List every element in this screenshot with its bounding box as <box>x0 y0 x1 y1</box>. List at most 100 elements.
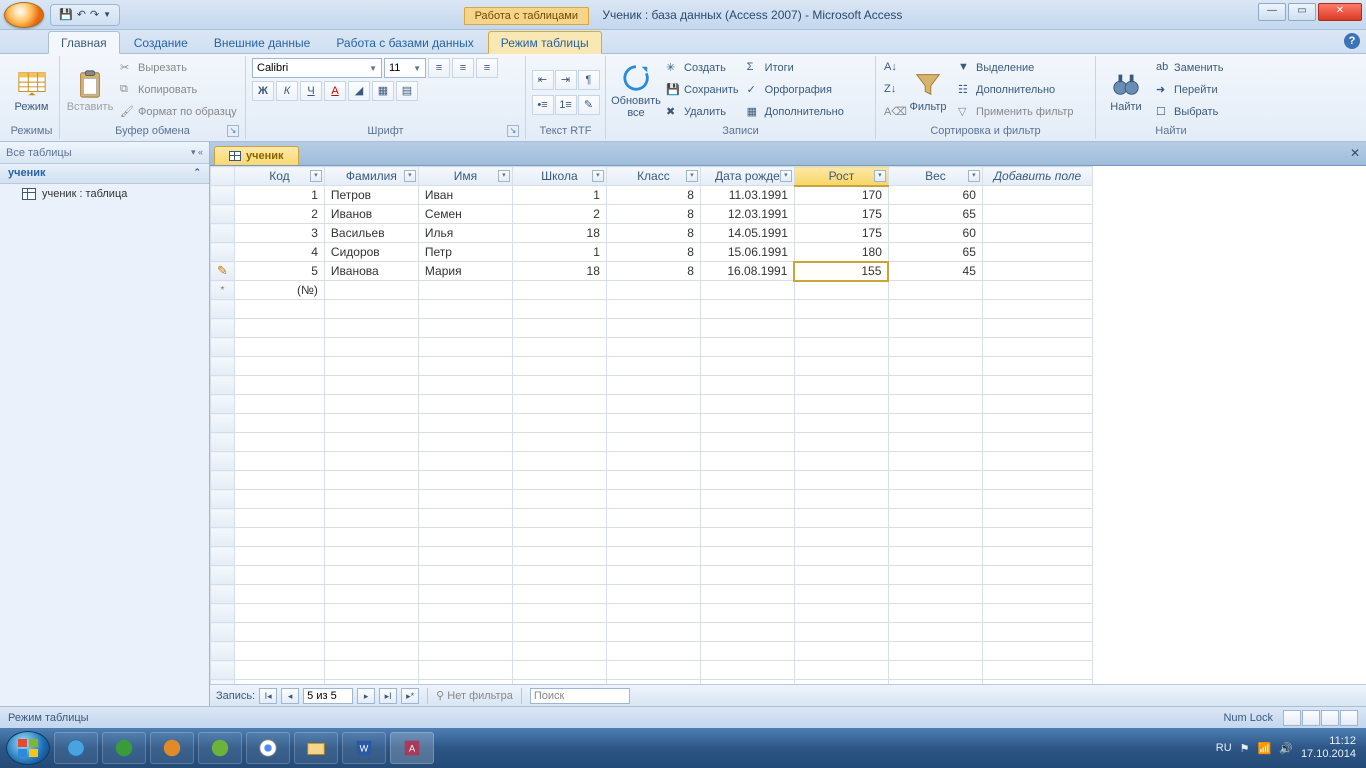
cell[interactable]: 4 <box>234 243 324 262</box>
fill-color-button[interactable]: ◢ <box>348 81 370 101</box>
find-button[interactable]: Найти <box>1102 58 1150 124</box>
first-record-button[interactable]: I◂ <box>259 688 277 704</box>
column-dropdown-icon[interactable]: ▾ <box>874 170 886 182</box>
column-dropdown-icon[interactable]: ▾ <box>310 170 322 182</box>
view-design-button[interactable] <box>1340 710 1358 726</box>
column-header[interactable]: Дата рожде▾ <box>700 167 794 186</box>
cell[interactable]: Илья <box>418 224 512 243</box>
next-record-button[interactable]: ▸ <box>357 688 375 704</box>
chevron-down-icon[interactable]: ▾ « <box>191 147 203 158</box>
column-header[interactable]: Класс▾ <box>606 167 700 186</box>
tab-database-tools[interactable]: Работа с базами данных <box>324 32 485 53</box>
cell[interactable]: 16.08.1991 <box>700 262 794 281</box>
cell[interactable]: (№) <box>234 281 324 300</box>
tray-lang[interactable]: RU <box>1216 742 1232 754</box>
bullets-button[interactable]: •≡ <box>532 95 554 115</box>
taskbar-app-2[interactable] <box>102 732 146 764</box>
decrease-indent-button[interactable]: ⇤ <box>532 70 554 90</box>
taskbar-app-chrome[interactable] <box>246 732 290 764</box>
cell[interactable]: 1 <box>234 186 324 205</box>
font-launcher[interactable]: ↘ <box>507 125 519 137</box>
cell[interactable]: 8 <box>606 186 700 205</box>
save-record-button[interactable]: 💾Сохранить <box>664 80 741 100</box>
column-dropdown-icon[interactable]: ▾ <box>592 170 604 182</box>
row-selector[interactable] <box>211 186 235 205</box>
clear-sort-button[interactable]: A⌫ <box>882 102 900 122</box>
add-field-column[interactable]: Добавить поле <box>982 167 1092 186</box>
quick-access-toolbar[interactable]: 💾 ↶ ↷ ▼ <box>50 4 120 26</box>
cell[interactable]: Иванова <box>324 262 418 281</box>
collapse-icon[interactable]: ⌃ <box>193 167 201 183</box>
new-record-nav-button[interactable]: ▸* <box>401 688 419 704</box>
goto-button[interactable]: ➜Перейти <box>1154 80 1225 100</box>
cell[interactable]: 175 <box>794 205 888 224</box>
cell[interactable]: 60 <box>888 186 982 205</box>
cell[interactable]: 8 <box>606 224 700 243</box>
tab-external-data[interactable]: Внешние данные <box>202 32 323 53</box>
more-records-button[interactable]: ▦Дополнительно <box>745 102 846 122</box>
cell[interactable]: 2 <box>512 205 606 224</box>
table-row[interactable]: 1ПетровИван1811.03.199117060 <box>211 186 1093 205</box>
taskbar-app-access[interactable]: A <box>390 732 434 764</box>
cell[interactable]: Петр <box>418 243 512 262</box>
new-record-button[interactable]: ✳Создать <box>664 58 741 78</box>
taskbar-app-explorer[interactable] <box>294 732 338 764</box>
tab-home[interactable]: Главная <box>48 31 120 54</box>
close-tab-button[interactable]: ✕ <box>1350 146 1360 160</box>
taskbar-app-4[interactable] <box>198 732 242 764</box>
clipboard-launcher[interactable]: ↘ <box>227 125 239 137</box>
spelling-button[interactable]: ✓Орфография <box>745 80 846 100</box>
row-selector[interactable] <box>211 205 235 224</box>
toggle-filter-button[interactable]: ▽Применить фильтр <box>956 102 1076 122</box>
column-dropdown-icon[interactable]: ▾ <box>498 170 510 182</box>
sort-asc-button[interactable]: A↓ <box>882 58 900 78</box>
filter-button[interactable]: Фильтр <box>904 58 952 124</box>
navpane-item-table[interactable]: ученик : таблица <box>0 184 209 204</box>
datasheet-grid[interactable]: Код▾Фамилия▾Имя▾Школа▾Класс▾Дата рожде▾Р… <box>210 166 1366 684</box>
cell[interactable]: 15.06.1991 <box>700 243 794 262</box>
view-datasheet-button[interactable] <box>1283 710 1301 726</box>
tray-volume-icon[interactable]: 🔊 <box>1279 742 1293 755</box>
navpane-header[interactable]: Все таблицы ▾ « <box>0 142 209 164</box>
view-pivot-button[interactable] <box>1302 710 1320 726</box>
font-color-button[interactable]: A <box>324 81 346 101</box>
column-header[interactable]: Школа▾ <box>512 167 606 186</box>
select-button[interactable]: ☐Выбрать <box>1154 102 1225 122</box>
cell[interactable]: Васильев <box>324 224 418 243</box>
cell[interactable]: 170 <box>794 186 888 205</box>
cell[interactable]: 1 <box>512 186 606 205</box>
cell[interactable]: 45 <box>888 262 982 281</box>
cell[interactable]: 8 <box>606 205 700 224</box>
row-selector[interactable]: ✎ <box>211 262 235 281</box>
cell[interactable]: 1 <box>512 243 606 262</box>
view-chart-button[interactable] <box>1321 710 1339 726</box>
cut-button[interactable]: ✂Вырезать <box>118 58 239 78</box>
tray-network-icon[interactable]: 📶 <box>1258 742 1272 755</box>
document-tab[interactable]: ученик <box>214 146 299 165</box>
italic-button[interactable]: К <box>276 81 298 101</box>
highlight-button[interactable]: ✎ <box>578 95 600 115</box>
replace-button[interactable]: abЗаменить <box>1154 58 1225 78</box>
column-dropdown-icon[interactable]: ▾ <box>686 170 698 182</box>
select-all-corner[interactable] <box>211 167 235 186</box>
table-row[interactable]: 4СидоровПетр1815.06.199118065 <box>211 243 1093 262</box>
table-row[interactable]: ✎5ИвановаМария18816.08.199115545 <box>211 262 1093 281</box>
ltr-button[interactable]: ¶ <box>578 70 600 90</box>
cell[interactable]: Сидоров <box>324 243 418 262</box>
column-header[interactable]: Фамилия▾ <box>324 167 418 186</box>
new-record-row[interactable]: *(№) <box>211 281 1093 300</box>
tab-datasheet[interactable]: Режим таблицы <box>488 31 602 54</box>
taskbar-app-3[interactable] <box>150 732 194 764</box>
new-row-selector[interactable]: * <box>211 281 235 300</box>
alternate-fill-button[interactable]: ▤ <box>396 81 418 101</box>
start-button[interactable] <box>6 731 50 765</box>
help-button[interactable]: ? <box>1344 33 1360 49</box>
qat-dropdown-icon[interactable]: ▼ <box>103 10 111 19</box>
cell[interactable]: 175 <box>794 224 888 243</box>
align-left-button[interactable]: ≡ <box>428 58 450 78</box>
totals-button[interactable]: ΣИтоги <box>745 58 846 78</box>
column-dropdown-icon[interactable]: ▾ <box>780 170 792 182</box>
cell[interactable]: 11.03.1991 <box>700 186 794 205</box>
sort-desc-button[interactable]: Z↓ <box>882 80 900 100</box>
align-center-button[interactable]: ≡ <box>452 58 474 78</box>
